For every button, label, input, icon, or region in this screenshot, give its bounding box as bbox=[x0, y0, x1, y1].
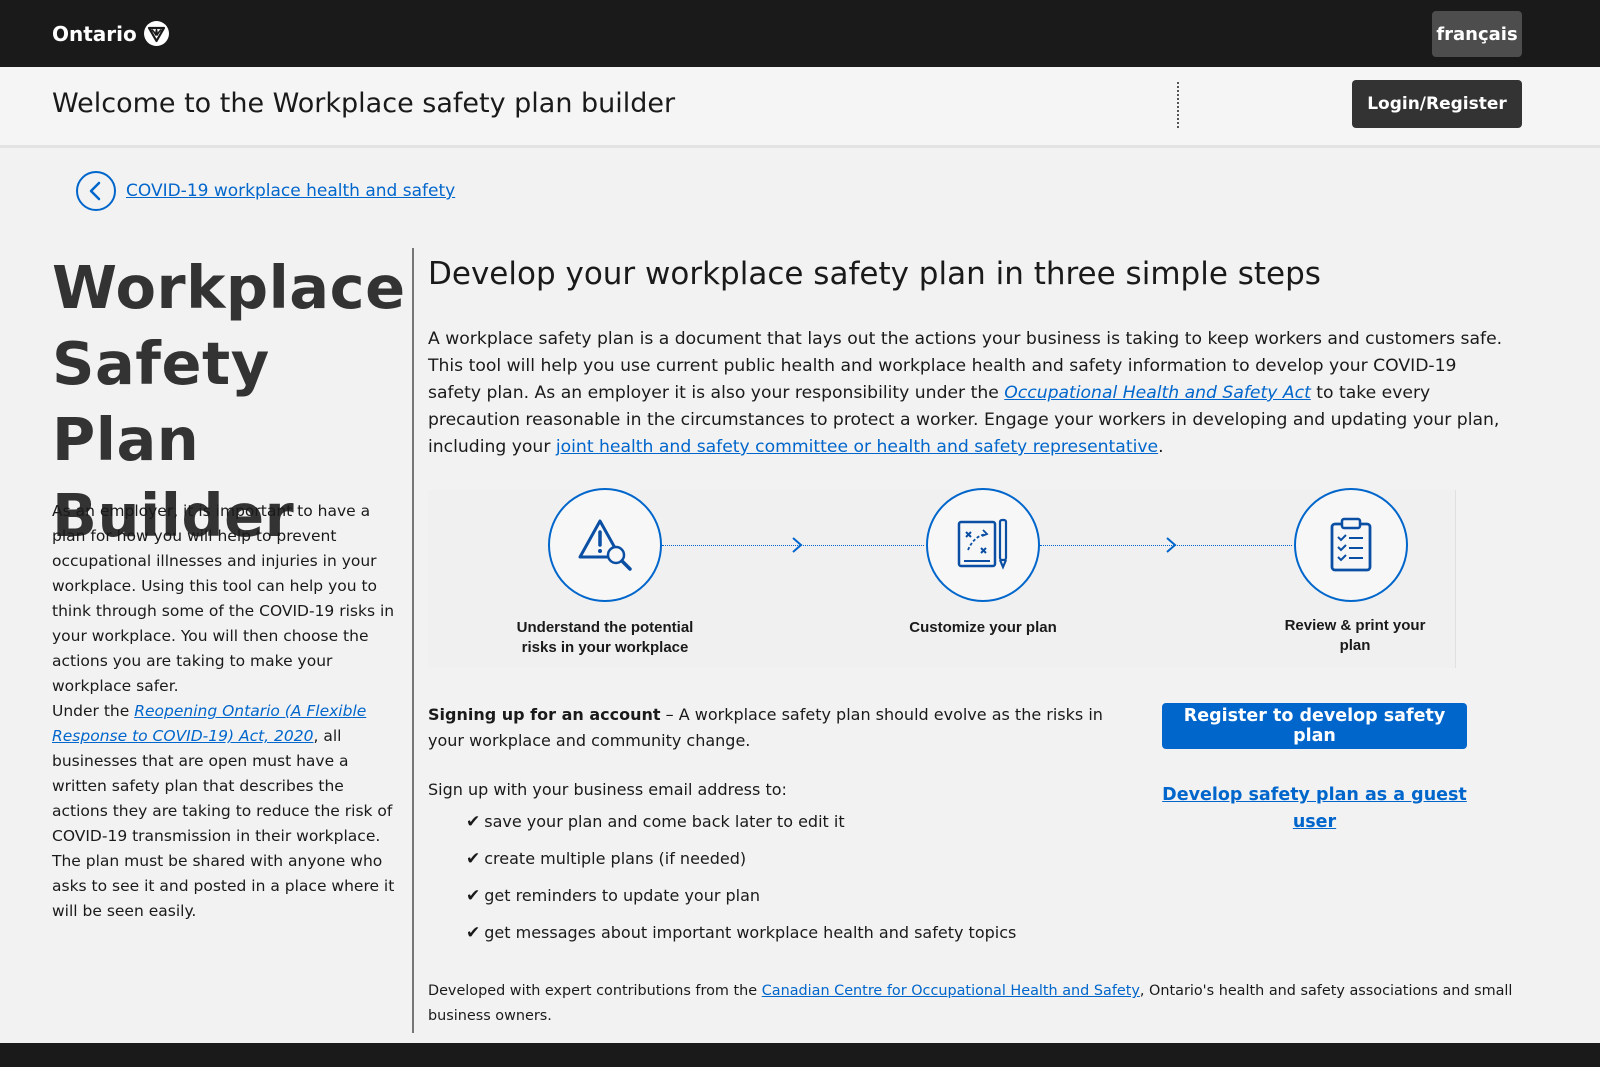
clipboard-checklist-icon bbox=[1330, 517, 1372, 572]
list-item: ✔ get messages about important workplace … bbox=[466, 921, 1016, 958]
benefit-text: get reminders to update your plan bbox=[484, 886, 761, 905]
benefit-text: create multiple plans (if needed) bbox=[484, 849, 747, 868]
guest-user-link[interactable]: Develop safety plan as a guest user bbox=[1162, 782, 1467, 836]
step-3-label: Review & print your plan bbox=[1284, 617, 1426, 654]
intro-part-3: . bbox=[1158, 437, 1164, 457]
arrow-right-icon bbox=[792, 537, 803, 553]
checkmark-icon: ✔ bbox=[466, 849, 481, 869]
signup-description: Signing up for an account – A workplace … bbox=[428, 702, 1138, 754]
ccohs-link[interactable]: Canadian Centre for Occupational Health … bbox=[762, 983, 1140, 999]
footer-bar bbox=[0, 1043, 1600, 1067]
strategy-board-icon bbox=[957, 518, 1008, 570]
back-link[interactable]: COVID-19 workplace health and safety bbox=[126, 181, 455, 201]
step-2-circle bbox=[926, 488, 1040, 602]
title-line-1: Workplace bbox=[52, 253, 406, 322]
step-3-circle bbox=[1294, 488, 1408, 602]
main-heading: Develop your workplace safety plan in th… bbox=[428, 256, 1321, 292]
column-divider bbox=[412, 248, 414, 1033]
warning-search-icon bbox=[578, 519, 632, 571]
back-chevron-icon[interactable] bbox=[76, 171, 116, 211]
checkmark-icon: ✔ bbox=[466, 812, 481, 832]
ohsa-link[interactable]: Occupational Health and Safety Act bbox=[1004, 383, 1311, 403]
app-title: Welcome to the Workplace safety plan bui… bbox=[52, 88, 676, 119]
signup-heading: Signing up for an account bbox=[428, 705, 661, 724]
breadcrumb: COVID-19 workplace health and safety bbox=[76, 171, 455, 211]
arrow-right-icon bbox=[1166, 537, 1177, 553]
trillium-icon bbox=[143, 21, 169, 46]
app-header: Welcome to the Workplace safety plan bui… bbox=[0, 67, 1600, 148]
legislation-paragraph: Under the Reopening Ontario (A Flexible … bbox=[52, 699, 404, 924]
contributions-note: Developed with expert contributions from… bbox=[428, 979, 1518, 1029]
checkmark-icon: ✔ bbox=[466, 886, 481, 906]
steps-diagram: Understand the potential risks in your w… bbox=[428, 488, 1456, 668]
jhsc-link[interactable]: joint health and safety committee or hea… bbox=[556, 437, 1158, 457]
step-1-label: Understand the potential risks in your w… bbox=[516, 619, 694, 656]
benefit-text: get messages about important workplace h… bbox=[484, 923, 1017, 942]
benefits-list: ✔ save your plan and come back later to e… bbox=[466, 810, 1016, 958]
top-bar: Ontario français bbox=[0, 0, 1600, 67]
language-toggle-button[interactable]: français bbox=[1432, 11, 1522, 57]
title-line-2: Safety Plan bbox=[52, 329, 270, 474]
footer-prefix: Developed with expert contributions from… bbox=[428, 983, 762, 999]
list-item: ✔ save your plan and come back later to e… bbox=[466, 810, 1016, 847]
signup-intro: Sign up with your business email address… bbox=[428, 780, 787, 799]
benefit-text: save your plan and come back later to ed… bbox=[484, 812, 845, 831]
intro-text: A workplace safety plan is a document th… bbox=[428, 326, 1508, 461]
ontario-logo[interactable]: Ontario bbox=[52, 20, 170, 47]
header-divider bbox=[1177, 82, 1179, 128]
intro-paragraph: As an employer, it is important to have … bbox=[52, 502, 395, 695]
logo-text: Ontario bbox=[52, 21, 137, 46]
left-column: Workplace Safety Plan Builder As an empl… bbox=[52, 250, 406, 920]
register-button[interactable]: Register to develop safety plan bbox=[1162, 703, 1467, 749]
step-2-label: Customize your plan bbox=[909, 619, 1057, 636]
list-item: ✔ get reminders to update your plan bbox=[466, 884, 1016, 921]
checkmark-icon: ✔ bbox=[466, 923, 481, 943]
login-register-button[interactable]: Login/Register bbox=[1352, 80, 1522, 128]
legislation-prefix: Under the bbox=[52, 702, 135, 720]
list-item: ✔ create multiple plans (if needed) bbox=[466, 847, 1016, 884]
step-1-circle bbox=[548, 488, 662, 602]
legislation-suffix: , all businesses that are open must have… bbox=[52, 727, 395, 920]
